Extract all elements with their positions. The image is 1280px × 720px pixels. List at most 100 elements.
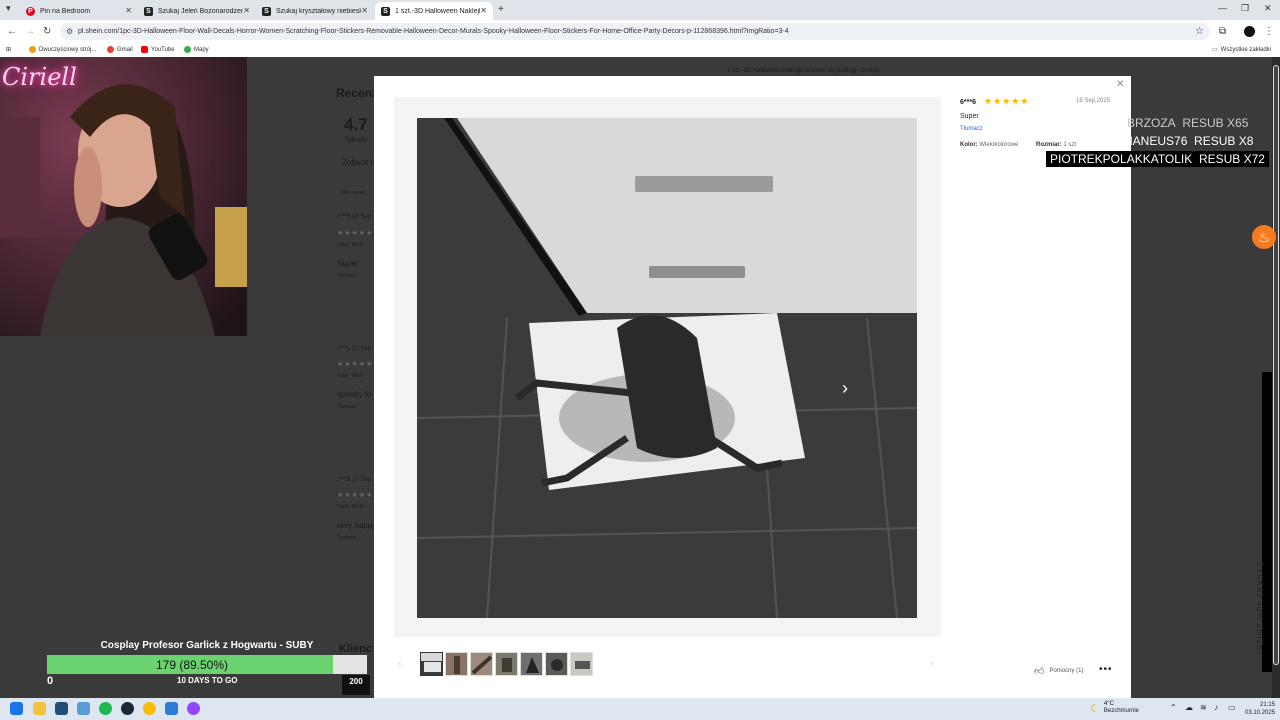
thumbs-next-icon[interactable]: › [930,658,933,669]
cloud-icon[interactable]: ☁ [1185,703,1193,712]
new-tab-button[interactable]: + [498,4,504,15]
extensions-icon[interactable]: ⧉ [1219,26,1226,37]
side-banner: ZYSKAJ 40% ZNIŻKI [1255,372,1272,672]
folder-icon: ▭ [1212,47,1218,53]
review-text: Super [960,113,979,120]
tab-search-crystal[interactable]: S Szukaj kryształowy niebieski jeleń ✕ [256,2,374,20]
color-value: Wielokolorowe [979,142,1019,148]
forward-icon[interactable]: → [25,26,35,37]
clock-date: 03.10.2025 [1245,710,1276,716]
restore-button[interactable]: ❐ [1241,3,1249,14]
close-tab-icon[interactable]: ✕ [480,6,487,15]
bg-review-stars: ★★★★★ [337,492,374,499]
minimize-button[interactable]: — [1218,3,1227,13]
gmail-icon [107,46,114,53]
more-options-button[interactable]: ••• [1099,664,1113,675]
tray-chevron-icon[interactable]: ⌃ [1170,703,1177,712]
bg-review-stars: ★★★★★ [337,230,374,237]
tab-search-deer[interactable]: S Szukaj Jeleń Bożonarodzeniowy ✕ [138,2,256,20]
sub-goal-min: 0 [47,675,54,687]
profile-avatar[interactable] [1244,26,1255,37]
bg-rating: 4.7 [344,115,368,134]
translate-link[interactable]: Tłumacz [960,126,983,132]
start-icon[interactable] [10,702,23,715]
size-value: 1 szt [1063,142,1077,148]
menu-icon[interactable]: ⋮ [1264,26,1274,37]
weather-widget[interactable]: ☾ 4°C Bezchmurnie [1090,701,1139,715]
bookmark-youtube[interactable]: YouTube [141,46,175,53]
app-icon[interactable] [55,702,68,715]
bookmark-maps[interactable]: Mapy [184,46,209,53]
bookmark-item[interactable]: Dwuczęściowy strój... [29,46,96,53]
flame-icon[interactable]: ♨ [1252,225,1276,249]
bookmark-gmail[interactable]: Gmail [107,46,133,53]
next-image-icon[interactable]: › [842,378,848,399]
thumbnail[interactable] [420,652,443,676]
bg-review-text: spooky fo [337,390,372,399]
volume-icon[interactable]: ♪ [1214,703,1218,712]
clock-time: 21:15 [1260,702,1276,708]
thumbnail[interactable] [570,652,593,676]
clock[interactable]: 21:15 03.10.2025 [1245,701,1275,717]
bg-review-text: Super [337,259,359,268]
bg-review-date: 21 Sep [352,346,372,352]
thumbnail[interactable] [520,652,543,676]
sub-goal-bar: 179 (89.50%) [47,655,367,674]
helpful-button[interactable]: 👍︎ Pomocny (1) [1034,665,1083,677]
page-scrollbar[interactable] [1272,57,1280,698]
bookmark-favicon [29,46,36,53]
site-info-icon[interactable]: ⚙ [66,23,73,40]
bg-review-text: very happy [337,521,377,530]
steam-icon[interactable] [121,702,134,715]
thumbnail-image [471,653,492,675]
close-modal-button[interactable]: ✕ [1116,79,1124,90]
file-explorer-icon[interactable] [33,702,46,715]
bookmark-star-icon[interactable]: ☆ [1195,26,1204,37]
tab-bar: P Pin na Bedroom ✕ S Szukaj Jeleń Bożona… [0,0,1280,20]
back-icon[interactable]: ← [7,26,17,37]
url-field[interactable]: ⚙ pl.shein.com/1pc-3D-Halloween-Floor-Wa… [60,23,1210,40]
close-tab-icon[interactable]: ✕ [243,6,250,15]
apps-icon[interactable]: ⊞ [6,46,11,53]
bg-see-link: Zobacz i [342,158,373,167]
resub-count: RESUB X65 [1182,116,1249,130]
bg-reviews-heading: Recenz [336,86,379,100]
thumbnail[interactable] [445,652,468,676]
all-bookmarks[interactable]: ▭ Wszystkie zakładki [1212,46,1271,54]
maps-icon [184,46,191,53]
bg-product-title: 1 szt.-3D Halloween Naklejki ścienne na … [727,68,880,74]
shein-icon: S [381,6,390,16]
review-photo[interactable] [417,118,917,618]
review-photo-image [417,118,917,618]
chrome-icon[interactable] [143,702,156,715]
streaming-app-icon[interactable] [187,702,200,715]
tab-pinterest[interactable]: P Pin na Bedroom ✕ [20,2,138,20]
moon-icon: ☾ [1090,702,1100,715]
tab-search-icon[interactable]: ▾ [6,3,11,14]
thumbnail[interactable] [495,652,518,676]
close-tab-icon[interactable]: ✕ [125,6,132,15]
thumbnail-image [421,653,442,675]
youtube-icon [141,46,148,53]
review-date: 18 Sep,2025 [1076,98,1111,104]
bg-review-meta: Kolor: Wielo [337,504,364,510]
photos-icon[interactable] [77,702,90,715]
scrollbar-thumb[interactable] [1273,65,1279,665]
battery-icon[interactable]: ▭ [1228,703,1236,712]
review-color: Kolor: Wielokolorowe [960,142,1018,148]
close-tab-icon[interactable]: ✕ [361,6,368,15]
review-username: 6***6 [960,99,976,106]
thumbs-prev-icon[interactable]: ‹ [398,658,401,669]
wifi-icon[interactable]: ≋ [1200,703,1207,712]
app-icon[interactable] [165,702,178,715]
bg-review-date: 18 Sep [352,214,372,220]
shein-icon: S [144,6,153,16]
address-toolbar: ← → ↻ ⚙ pl.shein.com/1pc-3D-Halloween-Fl… [0,20,1280,43]
thumbnail[interactable] [470,652,493,676]
spotify-icon[interactable] [99,702,112,715]
resub-name: PIOTREKPOLAKKATOLIK [1050,152,1193,166]
thumbnail[interactable] [545,652,568,676]
tab-active-product[interactable]: S 1 szt.-3D Halloween Naklejki ścienne ✕ [375,2,493,20]
reload-icon[interactable]: ↻ [43,26,51,37]
close-window-button[interactable]: ✕ [1264,3,1272,14]
